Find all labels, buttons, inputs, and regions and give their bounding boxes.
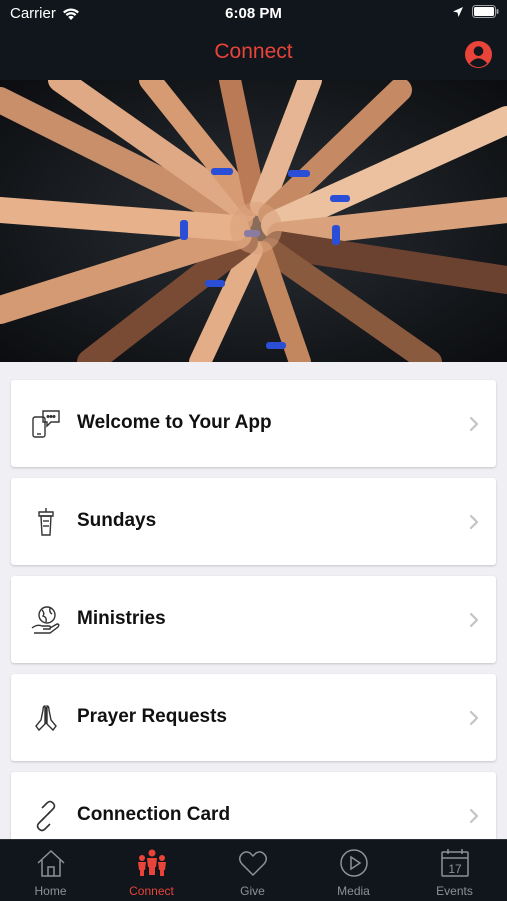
chevron-right-icon [469, 612, 479, 628]
status-bar: Carrier 6:08 PM [0, 0, 507, 28]
link-icon [36, 800, 56, 832]
list-item-label: Sundays [77, 510, 157, 531]
calendar-icon: 17 [441, 849, 469, 877]
play-icon [340, 849, 368, 877]
chevron-right-icon [469, 514, 479, 530]
menu-list: Welcome to Your App Sundays Ministries P… [0, 362, 507, 839]
hero-image [0, 80, 507, 362]
tab-bar: Home Connect Give Media 17 Events [0, 839, 507, 901]
hands-together-photo [0, 80, 507, 362]
tab-label: Events [436, 884, 473, 898]
location-arrow-icon [453, 6, 463, 17]
list-item-prayer-requests[interactable]: Prayer Requests [11, 674, 496, 761]
list-item-label: Connection Card [77, 804, 231, 825]
list-item-label: Ministries [77, 608, 166, 629]
list-item-label: Welcome to Your App [77, 412, 272, 433]
list-item-welcome[interactable]: Welcome to Your App [11, 380, 496, 467]
tab-label: Media [337, 884, 370, 898]
phone-chat-icon [32, 410, 60, 438]
home-icon [37, 849, 65, 877]
page-title: Connect [214, 40, 293, 63]
tab-home[interactable]: Home [0, 840, 101, 901]
tab-events[interactable]: 17 Events [404, 840, 505, 901]
people-icon [138, 849, 166, 876]
praying-hands-icon [35, 705, 57, 732]
chevron-right-icon [469, 710, 479, 726]
navigation-bar: Connect [0, 28, 507, 80]
tab-label: Home [34, 884, 67, 898]
chevron-right-icon [469, 416, 479, 432]
heart-icon [238, 851, 268, 877]
user-icon[interactable] [464, 40, 493, 69]
list-item-sundays[interactable]: Sundays [11, 478, 496, 565]
tab-media[interactable]: Media [303, 840, 404, 901]
list-item-connection-card[interactable]: Connection Card [11, 772, 496, 839]
globe-hand-icon [31, 606, 60, 634]
tab-label: Give [240, 884, 265, 898]
list-item-ministries[interactable]: Ministries [11, 576, 496, 663]
calendar-day: 17 [448, 862, 462, 876]
battery-icon [472, 5, 499, 18]
podium-icon [38, 508, 54, 536]
status-right [452, 5, 499, 18]
chevron-right-icon [469, 808, 479, 824]
status-time: 6:08 PM [225, 5, 282, 22]
list-item-label: Prayer Requests [77, 706, 227, 727]
tab-label: Connect [129, 884, 174, 898]
tab-connect[interactable]: Connect [101, 840, 202, 901]
tab-give[interactable]: Give [202, 840, 303, 901]
